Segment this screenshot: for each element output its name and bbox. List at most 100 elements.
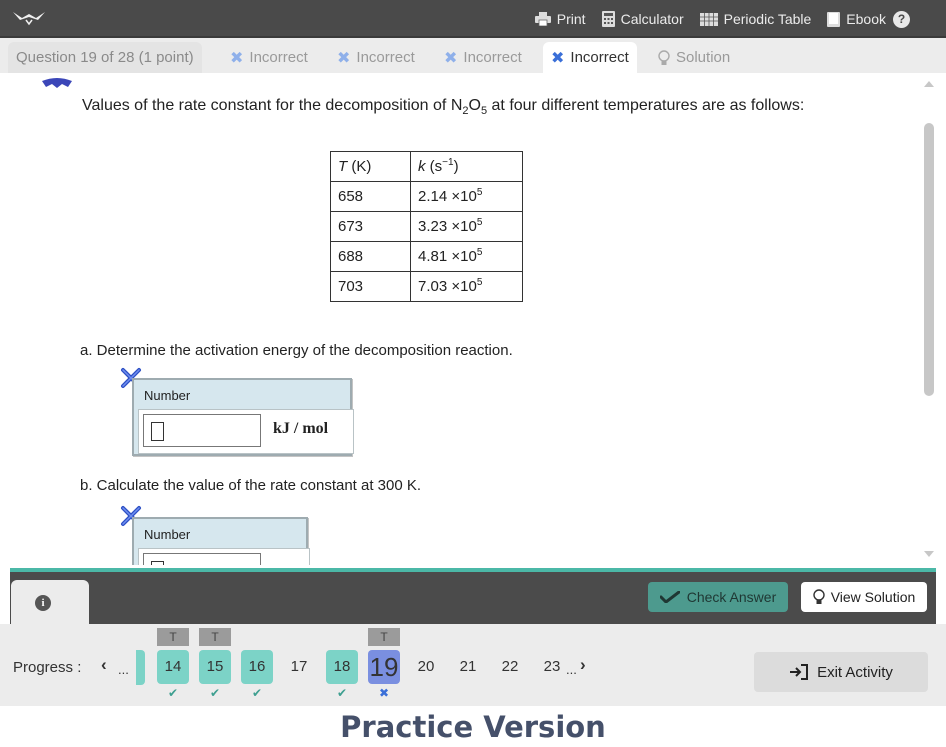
periodic-table-button[interactable]: Periodic Table (699, 11, 812, 27)
question-counter: Question 19 of 28 (1 point) (16, 49, 194, 66)
progress-item-current[interactable]: T 19 ✖ (368, 624, 400, 706)
progress-label: Progress : (13, 659, 82, 676)
cell-rate-constant: 4.81 ×105 (410, 241, 523, 272)
progress-number: 15 (199, 650, 231, 684)
activation-energy-input[interactable] (143, 414, 261, 447)
info-icon: i (35, 595, 51, 611)
progress-item[interactable]: 21 (452, 624, 484, 706)
help-icon[interactable]: ? (893, 11, 910, 28)
progress-item[interactable]: 17 (283, 624, 315, 706)
exit-icon (790, 664, 809, 680)
progress-number: 21 (459, 658, 477, 675)
printer-icon (534, 12, 551, 26)
progress-number: 22 (501, 658, 519, 675)
print-button[interactable]: Print (534, 11, 586, 27)
progress-tag: T (157, 628, 189, 646)
incorrect-x-icon: ✖ (230, 49, 244, 67)
incorrect-x-icon: ✖ (444, 49, 458, 67)
scrollbar-thumb[interactable] (924, 123, 934, 396)
progress-ellipsis: ... (566, 662, 577, 677)
cell-temperature: 658 (330, 181, 411, 212)
previous-question-sliver[interactable] (136, 650, 145, 685)
ebook-button[interactable]: Ebook (827, 11, 886, 27)
progress-item[interactable]: 16 ✔ (241, 624, 273, 706)
progress-item[interactable]: T 15 ✔ (199, 624, 231, 706)
attempt-label: Incorrect (570, 49, 629, 66)
tab-attempt-3[interactable]: ✖ Incorrect (436, 42, 530, 73)
view-solution-label: View Solution (830, 589, 916, 605)
tab-solution[interactable]: Solution (650, 42, 738, 73)
exit-activity-button[interactable]: Exit Activity (754, 652, 928, 692)
scroll-up-icon[interactable] (924, 81, 934, 87)
part-a-prompt: a. Determine the activation energy of th… (80, 342, 513, 359)
check-icon: ✔ (336, 686, 348, 700)
attempt-label: Incorrect (356, 49, 415, 66)
progress-item[interactable]: 20 (410, 624, 442, 706)
periodic-table-label: Periodic Table (723, 11, 812, 27)
table-row: 673 3.23 ×105 (330, 211, 523, 242)
question-intro: Values of the rate constant for the deco… (82, 97, 805, 118)
check-icon: ✔ (167, 686, 179, 700)
practice-version-banner: Practice Version (340, 710, 606, 744)
part-a-answer-box: Number kJ / mol (132, 378, 354, 456)
progress-number: 17 (290, 658, 308, 675)
number-label: Number (144, 527, 191, 542)
progress-tag: T (199, 628, 231, 646)
chevron-left-icon[interactable]: ‹ (101, 655, 107, 675)
progress-ellipsis: ... (118, 662, 129, 677)
check-answer-label: Check Answer (686, 589, 777, 605)
progress-item[interactable]: 18 ✔ (326, 624, 358, 706)
rate-constant-input[interactable] (143, 553, 261, 565)
progress-item[interactable]: T 14 ✔ (157, 624, 189, 706)
calculator-button[interactable]: Calculator (601, 11, 684, 27)
part-b-answer-box: Number (132, 517, 310, 565)
progress-number: 18 (326, 650, 358, 684)
cell-temperature: 703 (330, 271, 411, 302)
calculator-icon (601, 11, 615, 27)
input-cursor (151, 561, 164, 565)
chevron-right-icon[interactable]: › (580, 655, 586, 675)
cell-rate-constant: 3.23 ×105 (410, 211, 523, 242)
progress-number: 19 (368, 650, 400, 684)
progress-number: 20 (417, 658, 435, 675)
check-answer-button[interactable]: Check Answer (648, 582, 788, 612)
lightbulb-icon (813, 589, 825, 604)
scrollbar[interactable] (916, 73, 936, 565)
periodic-table-icon (699, 12, 718, 26)
cell-temperature: 688 (330, 241, 411, 272)
check-icon: ✔ (251, 686, 263, 700)
ebook-label: Ebook (846, 11, 886, 27)
answer-field-container: kJ / mol (138, 409, 354, 454)
attempt-label: Incorrect (463, 49, 522, 66)
tab-attempt-4[interactable]: ✖ Incorrect (543, 42, 637, 73)
attempt-label: Incorrect (249, 49, 308, 66)
cell-rate-constant: 7.03 ×105 (410, 271, 523, 302)
progress-item[interactable]: 22 (494, 624, 526, 706)
input-cursor (151, 422, 164, 441)
tab-attempt-2[interactable]: ✖ Incorrect (329, 42, 423, 73)
lightbulb-icon (658, 49, 670, 65)
scroll-down-icon[interactable] (924, 551, 934, 557)
cell-temperature: 673 (330, 211, 411, 242)
part-b-prompt: b. Calculate the value of the rate const… (80, 477, 422, 494)
table-row: 703 7.03 ×105 (330, 271, 523, 302)
header-temperature: T (K) (330, 151, 411, 182)
progress-item[interactable]: 23 (536, 624, 568, 706)
tab-question[interactable]: Question 19 of 28 (1 point) (8, 42, 202, 73)
number-label: Number (144, 388, 191, 403)
answer-field-container (138, 548, 310, 565)
progress-number: 14 (157, 650, 189, 684)
info-tab[interactable]: i (11, 580, 89, 624)
checkmark-pencil-icon (659, 591, 680, 603)
print-label: Print (556, 11, 586, 27)
header-rate-constant: k (s−1) (410, 151, 523, 182)
exit-activity-label: Exit Activity (817, 663, 893, 681)
solution-tab-label: Solution (676, 49, 731, 66)
tab-attempt-1[interactable]: ✖ Incorrect (222, 42, 316, 73)
action-bar (10, 572, 936, 624)
gear-icon (42, 78, 72, 88)
top-toolbar: Print Calculator Periodic Table Ebook ? (0, 0, 946, 38)
table-header-row: T (K) k (s−1) (330, 151, 523, 182)
progress-tag: T (368, 628, 400, 646)
view-solution-button[interactable]: View Solution (801, 582, 927, 612)
